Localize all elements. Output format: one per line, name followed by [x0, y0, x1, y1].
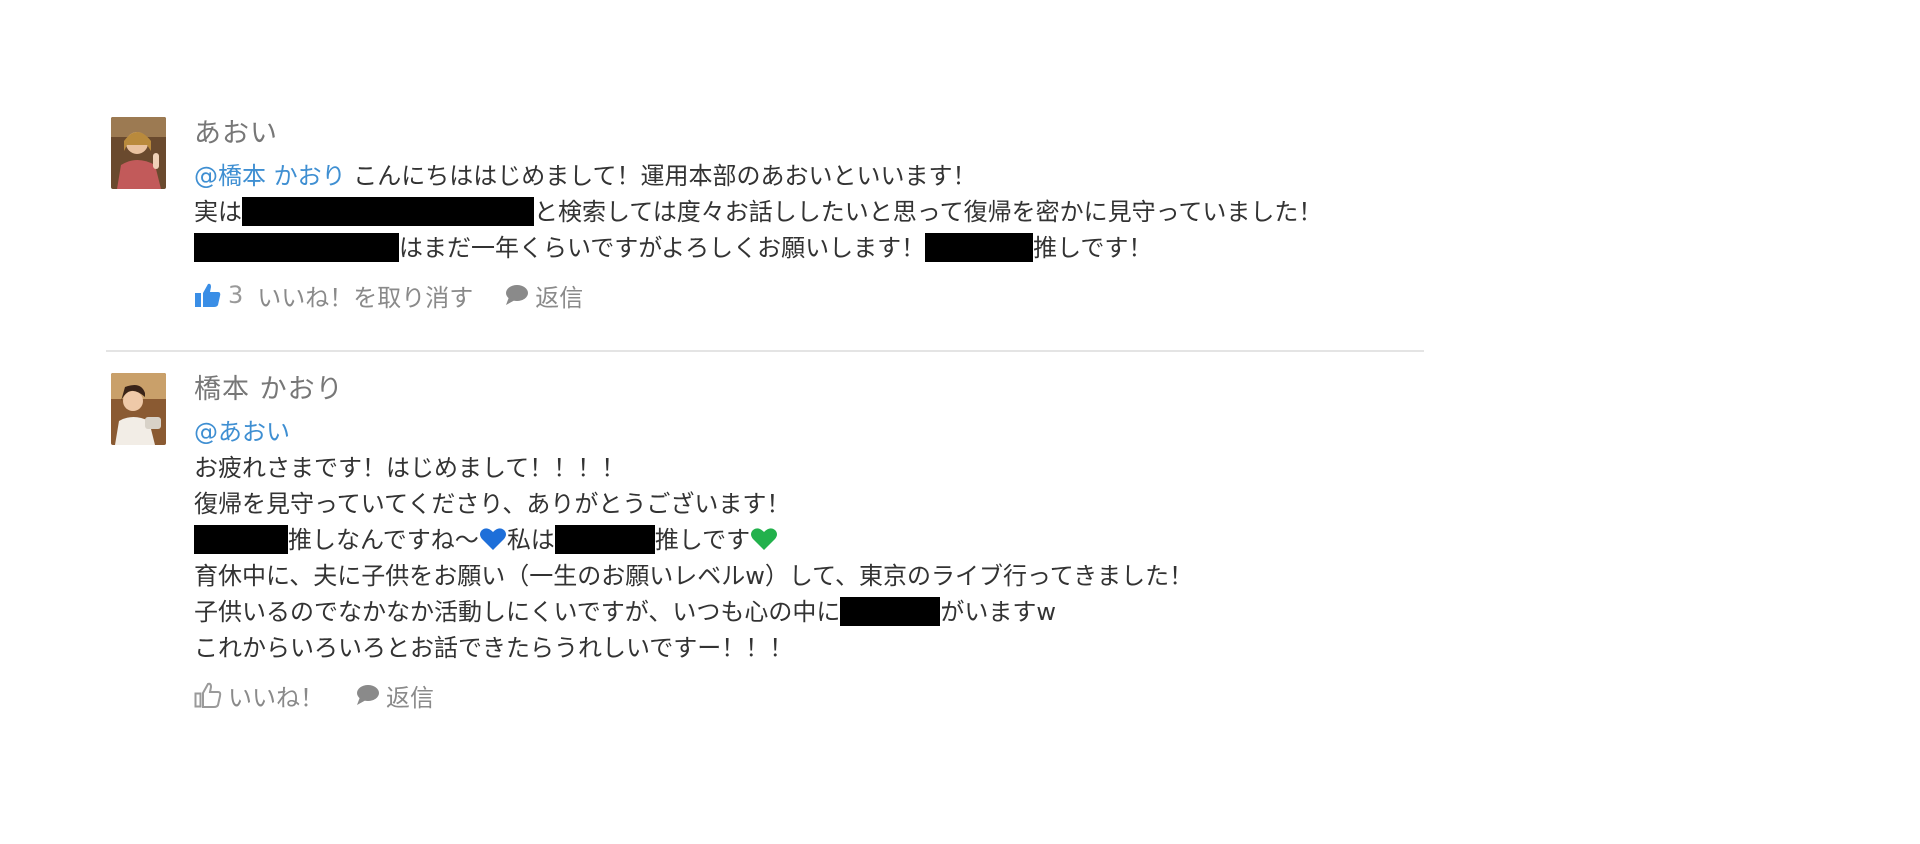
comment-text: これからいろいろとお話できたらうれしいですー！！！	[194, 634, 794, 662]
comment-text: はまだ一年くらいですがよろしくお願いします！	[399, 234, 926, 262]
comment-text-line: これからいろいろとお話できたらうれしいですー！！！	[194, 630, 1423, 666]
comment-text: 推しです	[654, 526, 751, 554]
reply-label: 返信	[386, 683, 434, 712]
redacted-block	[194, 525, 288, 554]
avatar[interactable]	[111, 373, 166, 445]
comment-text: こんにちははじめまして！運用本部のあおいといいます！	[345, 162, 977, 190]
comment-text: 推しなんですね～	[288, 526, 479, 554]
reply-button[interactable]: 返信	[354, 678, 434, 713]
green-heart-icon	[751, 528, 778, 550]
comment-author[interactable]: あおい	[194, 116, 1423, 152]
comment-text: 復帰を見守っていてくださり、ありがとうございます！	[194, 490, 791, 518]
speech-bubble-icon	[506, 285, 529, 305]
unlike-label: いいね！を取り消す	[257, 283, 474, 312]
comment-text-line: はまだ一年くらいですがよろしくお願いします！ 推しです！	[194, 230, 1423, 266]
like-label: いいね！	[228, 683, 324, 712]
redacted-block	[554, 525, 655, 554]
like-button[interactable]: いいね！	[194, 678, 324, 713]
speech-bubble-icon	[357, 685, 379, 705]
comment-text-line: @橋本 かおり こんにちははじめまして！運用本部のあおいといいます！	[194, 158, 1423, 194]
reply-label: 返信	[535, 283, 584, 312]
comment-text: がいますw	[940, 598, 1056, 626]
comment-text: 私は	[506, 526, 555, 554]
avatar[interactable]	[111, 117, 166, 189]
comment-text: 推しです！	[1033, 234, 1153, 262]
like-count: 3	[228, 281, 244, 309]
redacted-block	[242, 197, 534, 226]
comment-actions: 3 いいね！を取り消す 返信	[194, 278, 1423, 312]
unlike-button[interactable]: 3 いいね！を取り消す	[194, 278, 473, 313]
comment-text: お疲れさまです！はじめまして！！！！	[194, 454, 626, 482]
thumbs-up-icon	[195, 283, 221, 307]
comment-text-line: 育休中に、夫に子供をお願い（一生のお願いレベルw）して、東京のライブ行ってきまし…	[194, 558, 1423, 594]
redacted-block	[194, 233, 399, 262]
comment-text: 育休中に、夫に子供をお願い（一生のお願いレベルw）して、東京のライブ行ってきまし…	[194, 562, 1194, 590]
comment-author[interactable]: 橋本 かおり	[194, 372, 1423, 408]
reply-button[interactable]: 返信	[503, 278, 583, 313]
comment-actions: いいね！ 返信	[194, 678, 1423, 712]
avatar-photo-icon	[111, 373, 166, 445]
comment-text: 子供いるのでなかなか活動しにくいですが、いつも心の中に	[194, 598, 841, 626]
comment-text-line: お疲れさまです！はじめまして！！！！	[194, 450, 1423, 486]
comment-text-line: 復帰を見守っていてくださり、ありがとうございます！	[194, 486, 1423, 522]
comment-text-line: 実は と検索しては度々お話ししたいと思って復帰を密かに見守っていました！	[194, 194, 1423, 230]
mention-link[interactable]: @橋本 かおり	[194, 162, 346, 190]
redacted-block	[840, 597, 941, 626]
comment-text: 実は	[194, 198, 242, 226]
thumbs-up-icon	[194, 682, 222, 708]
redacted-block	[925, 233, 1034, 262]
comment-text-line: 子供いるのでなかなか活動しにくいですが、いつも心の中に がいますw	[194, 594, 1423, 630]
comment-thread: あおい @橋本 かおり こんにちははじめまして！運用本部のあおいといいます！ 実…	[106, 114, 1424, 712]
comment-item: あおい @橋本 かおり こんにちははじめまして！運用本部のあおいといいます！ 実…	[106, 116, 1424, 352]
avatar-photo-icon	[111, 117, 166, 189]
comment-item: 橋本 かおり @あおい お疲れさまです！はじめまして！！！！ 復帰を見守っていて…	[111, 348, 1423, 712]
comment-text-line: 推しなんですね～ 私は 推しです	[194, 522, 1423, 558]
blue-heart-icon	[479, 528, 506, 550]
comment-text-line: @あおい	[194, 414, 1423, 450]
mention-link[interactable]: @あおい	[194, 418, 290, 446]
comment-text: と検索しては度々お話ししたいと思って復帰を密かに見守っていました！	[534, 198, 1323, 226]
